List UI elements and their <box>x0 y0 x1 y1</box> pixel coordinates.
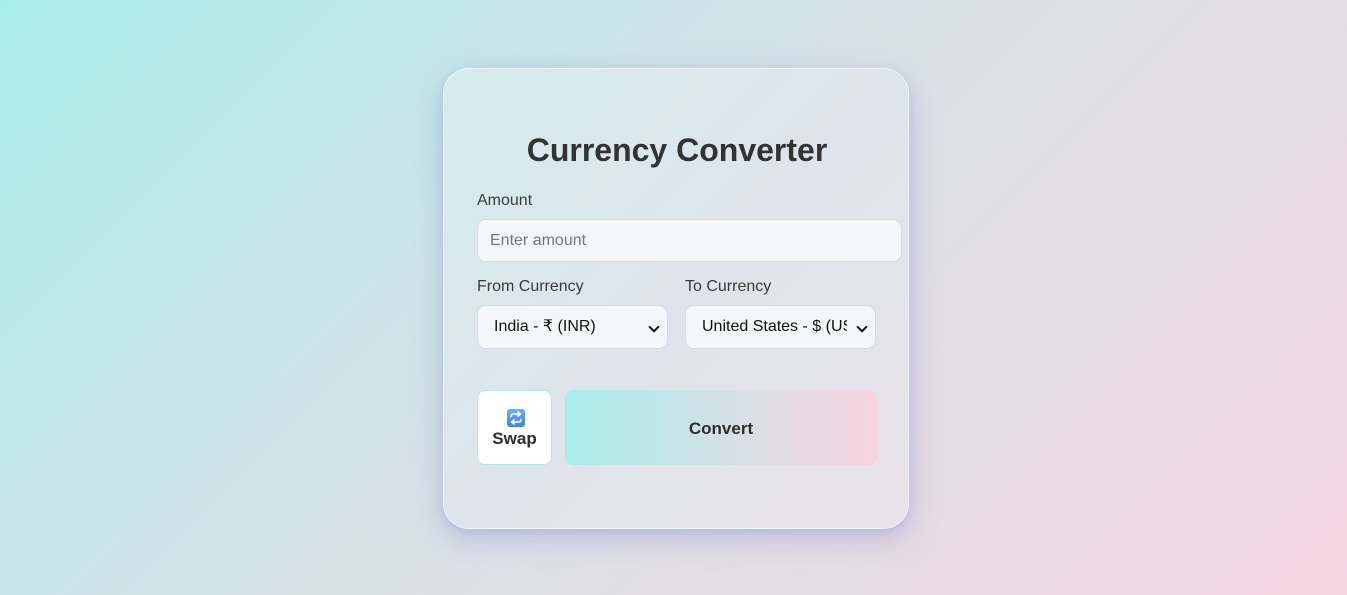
swap-arrows-icon <box>507 409 525 427</box>
to-currency-value: United States - $ (USD) <box>702 318 847 335</box>
swap-button-label: Swap <box>492 429 537 448</box>
chevron-down-icon <box>648 321 660 333</box>
swap-button[interactable]: Swap <box>477 390 552 465</box>
to-currency-select[interactable]: United States - $ (USD) <box>685 305 876 349</box>
from-currency-value: India - ₹ (INR) <box>494 318 596 335</box>
amount-input[interactable] <box>477 219 902 262</box>
from-currency-label: From Currency <box>477 278 584 295</box>
page-title: Currency Converter <box>526 132 828 168</box>
from-currency-select[interactable]: India - ₹ (INR) <box>477 305 668 349</box>
amount-label: Amount <box>477 192 533 209</box>
convert-button[interactable]: Convert <box>565 390 877 465</box>
chevron-down-icon <box>856 321 868 333</box>
converter-card: Currency Converter Amount From Currency … <box>443 68 909 529</box>
to-currency-label: To Currency <box>685 278 772 295</box>
